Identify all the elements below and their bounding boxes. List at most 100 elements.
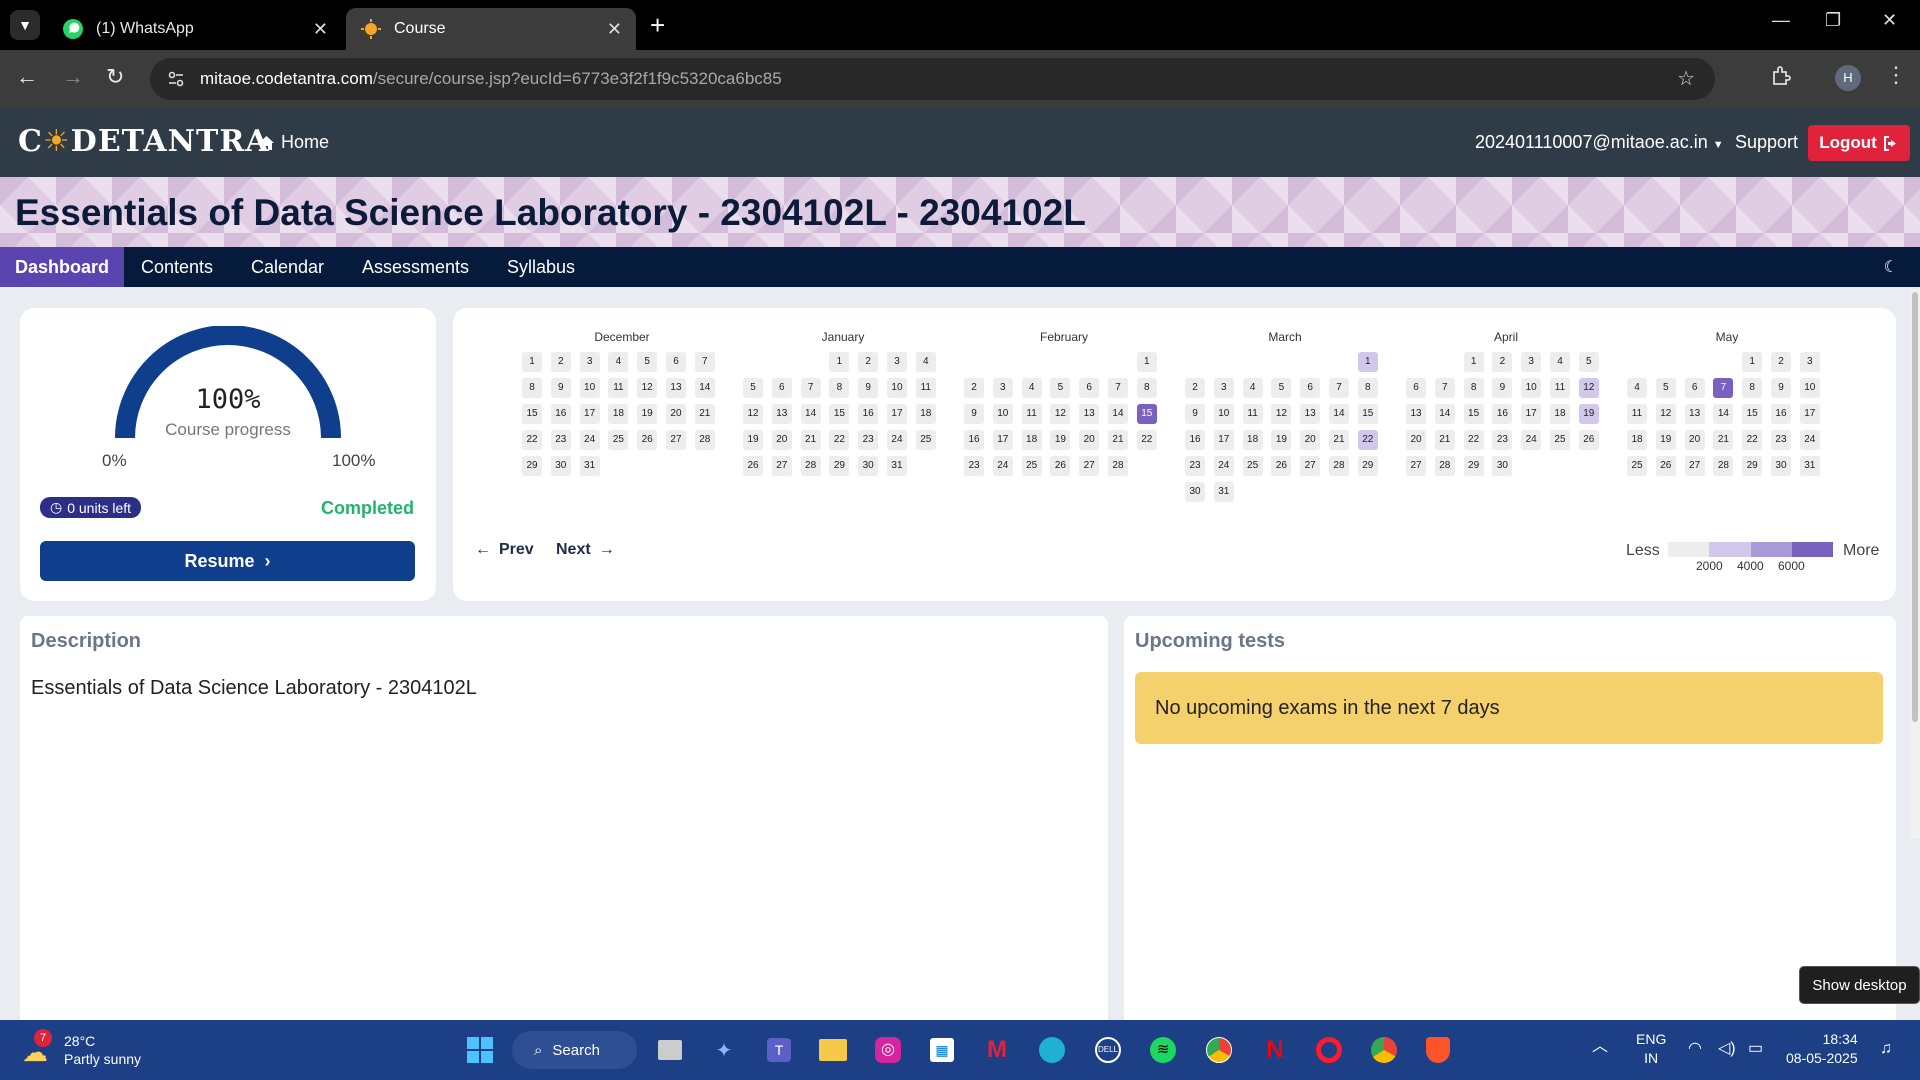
calendar-day[interactable]: 16 [1770,404,1791,424]
calendar-day[interactable]: 20 [1684,430,1705,450]
tab-calendar[interactable]: Calendar [251,247,324,287]
calendar-day[interactable]: 5 [1655,378,1676,398]
instagram-icon[interactable]: ◎ [870,1032,906,1068]
calendar-day[interactable]: 28 [1107,456,1128,476]
calendar-day[interactable]: 9 [1770,378,1791,398]
calendar-day[interactable]: 28 [800,456,821,476]
calendar-day[interactable]: 25 [1627,456,1647,476]
calendar-day[interactable]: 19 [1578,404,1599,424]
calendar-day[interactable]: 23 [1770,430,1791,450]
calendar-day[interactable]: 3 [579,352,600,372]
calendar-day[interactable]: 7 [1328,378,1349,398]
calendar-day[interactable]: 3 [992,378,1013,398]
calendar-day[interactable]: 28 [1434,456,1455,476]
microsoft-store-icon[interactable]: ▦ [924,1032,960,1068]
calendar-day[interactable]: 27 [1684,456,1705,476]
bookmark-star-icon[interactable]: ☆ [1677,66,1695,91]
resume-button[interactable]: Resume › [40,541,415,581]
calendar-day[interactable]: 16 [1492,404,1513,424]
dell-icon[interactable]: DELL [1090,1032,1126,1068]
calendar-day[interactable]: 18 [1021,430,1042,450]
calendar-day[interactable]: 17 [1213,430,1234,450]
weather-widget[interactable]: ☁ 7 28°C Partly sunny [20,1029,141,1068]
calendar-day[interactable]: 16 [550,404,571,424]
copilot-icon[interactable]: ✦ [706,1032,742,1068]
calendar-day[interactable]: 27 [1406,456,1426,476]
reload-icon[interactable]: ↻ [106,64,124,90]
close-icon[interactable]: ✕ [607,19,622,40]
calendar-day[interactable]: 7 [800,378,821,398]
calendar-day[interactable]: 23 [858,430,879,450]
calendar-day[interactable]: 1 [522,352,542,372]
calendar-day[interactable]: 4 [608,352,629,372]
battery-icon[interactable]: ▭ [1748,1039,1763,1058]
calendar-day[interactable]: 14 [694,378,715,398]
codetantra-logo[interactable]: C☀DETANTRA [18,124,270,159]
spotify-icon[interactable]: ≋ [1145,1032,1181,1068]
calendar-day[interactable]: 16 [964,430,984,450]
restore-icon[interactable]: ❐ [1825,10,1841,31]
calendar-day[interactable]: 20 [771,430,792,450]
calendar-day[interactable]: 13 [1684,404,1705,424]
calendar-day[interactable]: 22 [829,430,850,450]
calendar-day[interactable]: 14 [1107,404,1128,424]
calendar-day[interactable]: 21 [800,430,821,450]
calendar-day[interactable]: 1 [1357,352,1378,372]
calendar-day[interactable]: 10 [992,404,1013,424]
calendar-day[interactable]: 26 [743,456,763,476]
calendar-day[interactable]: 14 [1713,404,1734,424]
calendar-day[interactable]: 19 [1271,430,1292,450]
user-menu[interactable]: 202401110007@mitaoe.ac.in ▼ [1475,132,1724,153]
calendar-day[interactable]: 23 [964,456,984,476]
calendar-day[interactable]: 15 [522,404,542,424]
calendar-day[interactable]: 20 [665,404,686,424]
calendar-day[interactable]: 13 [665,378,686,398]
calendar-day[interactable]: 5 [1050,378,1071,398]
tab-dashboard[interactable]: Dashboard [0,247,125,287]
calendar-day[interactable]: 12 [637,378,658,398]
calendar-day[interactable]: 11 [1549,378,1570,398]
calendar-day[interactable]: 5 [1578,352,1599,372]
brave-icon[interactable] [1420,1032,1456,1068]
calendar-day[interactable]: 17 [579,404,600,424]
calendar-day[interactable]: 5 [743,378,763,398]
calendar-day[interactable]: 12 [1050,404,1071,424]
calendar-day[interactable]: 24 [1521,430,1542,450]
calendar-day[interactable]: 4 [915,352,936,372]
calendar-day[interactable]: 2 [550,352,571,372]
calendar-day[interactable]: 19 [637,404,658,424]
calendar-day[interactable]: 29 [1463,456,1484,476]
calendar-day[interactable]: 23 [1492,430,1513,450]
calendar-day[interactable]: 19 [1655,430,1676,450]
calendar-day[interactable]: 12 [743,404,763,424]
file-explorer-icon[interactable] [815,1032,851,1068]
tab-search-button[interactable]: ▼ [10,10,40,40]
calendar-day[interactable]: 17 [1521,404,1542,424]
calendar-day[interactable]: 8 [1357,378,1378,398]
calendar-day[interactable]: 1 [1136,352,1157,372]
calendar-day[interactable]: 15 [829,404,850,424]
calendar-day[interactable]: 27 [771,456,792,476]
calendar-day[interactable]: 22 [1136,430,1157,450]
calendar-day[interactable]: 9 [550,378,571,398]
calendar-day[interactable]: 16 [858,404,879,424]
calendar-day[interactable]: 30 [858,456,879,476]
calendar-day[interactable]: 8 [829,378,850,398]
calendar-day[interactable]: 3 [1213,378,1234,398]
calendar-day[interactable]: 9 [1492,378,1513,398]
calendar-day[interactable]: 8 [1463,378,1484,398]
calendar-day[interactable]: 3 [1799,352,1820,372]
wifi-icon[interactable]: ◠ [1688,1039,1702,1058]
netflix-icon[interactable]: N [1257,1032,1293,1068]
calendar-day[interactable]: 11 [1627,404,1647,424]
calendar-day[interactable]: 4 [1549,352,1570,372]
calendar-day[interactable]: 12 [1655,404,1676,424]
calendar-day[interactable]: 22 [1463,430,1484,450]
extensions-icon[interactable] [1770,64,1794,88]
calendar-day[interactable]: 31 [1799,456,1820,476]
close-icon[interactable]: ✕ [313,19,328,40]
calendar-day[interactable]: 7 [694,352,715,372]
calendar-day[interactable]: 2 [858,352,879,372]
calendar-day[interactable]: 22 [1357,430,1378,450]
calendar-day[interactable]: 14 [1434,404,1455,424]
